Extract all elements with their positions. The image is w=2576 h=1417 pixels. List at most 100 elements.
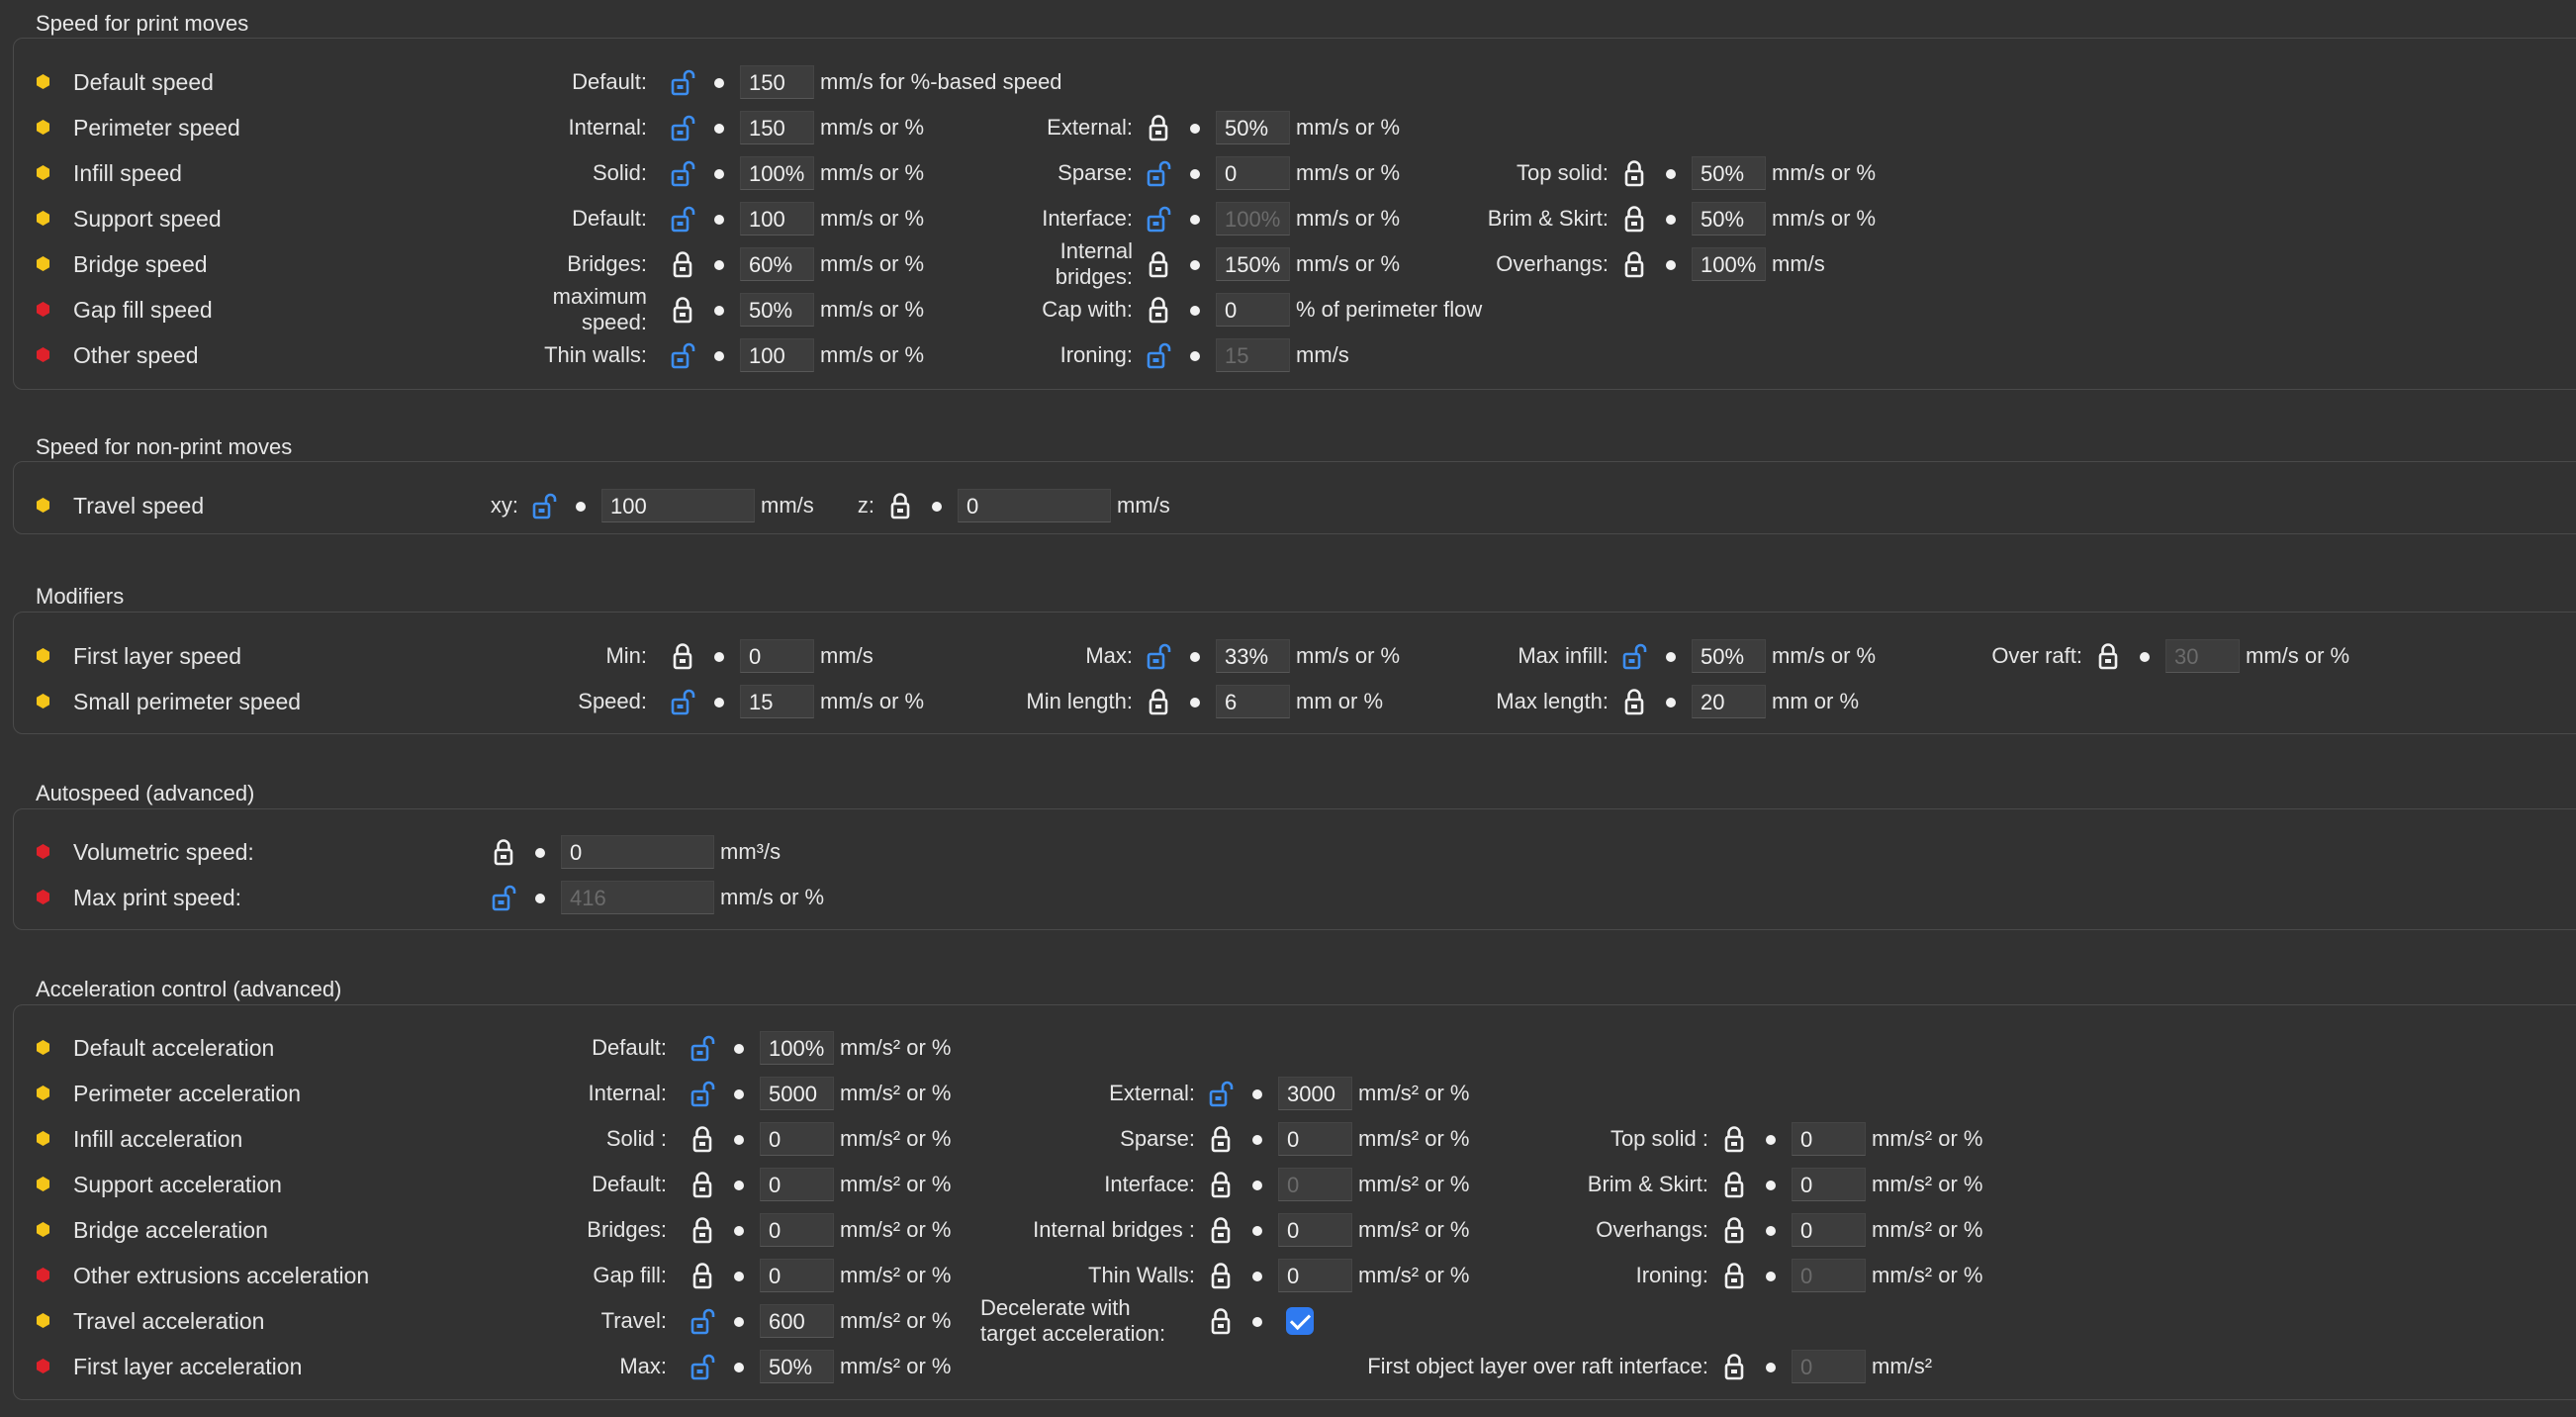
value-input[interactable]: 600: [760, 1304, 834, 1338]
lock-icon[interactable]: [1619, 158, 1649, 188]
lock-icon[interactable]: [1719, 1124, 1749, 1154]
value-input[interactable]: 3000: [1278, 1077, 1352, 1110]
field-label: Default:: [572, 69, 647, 94]
unlocked-icon[interactable]: [688, 1306, 717, 1336]
field-label: Internal bridges :: [1033, 1217, 1195, 1242]
status-red-icon: [36, 302, 50, 317]
unlocked-icon[interactable]: [668, 67, 697, 97]
setting-row: Infill acceleration Solid :0 mm/s² or % Spa…: [0, 1121, 2576, 1157]
unlocked-icon[interactable]: [1206, 1079, 1236, 1108]
setting-row: First layer acceleration Max: 50% mm/s² or …: [0, 1349, 2576, 1384]
reset-bullet-icon[interactable]: [1185, 110, 1205, 145]
lock-icon[interactable]: [489, 837, 518, 867]
field-label: Bridges:: [587, 1217, 667, 1242]
reset-bullet-icon[interactable]: [530, 880, 550, 915]
reset-bullet-icon[interactable]: [1661, 201, 1681, 236]
reset-bullet-icon[interactable]: [1661, 246, 1681, 282]
status-yellow-icon: [36, 1177, 50, 1191]
reset-bullet-icon[interactable]: [1661, 155, 1681, 191]
unlocked-icon[interactable]: [688, 1033, 717, 1063]
reset-bullet-icon[interactable]: [1761, 1258, 1781, 1293]
value-input[interactable]: 150: [740, 65, 814, 99]
field-label: Speed:: [578, 689, 647, 713]
reset-bullet-icon[interactable]: [1185, 292, 1205, 328]
field-label: Sparse:: [1120, 1126, 1195, 1151]
value-input[interactable]: 0: [1216, 293, 1290, 327]
value-input[interactable]: 50%: [1216, 111, 1290, 144]
setting-row: Support speed Default: 100 mm/s or % Interfa…: [0, 201, 2576, 236]
section-title: Speed for print moves: [36, 11, 249, 36]
reset-bullet-icon[interactable]: [1761, 1212, 1781, 1248]
lock-icon[interactable]: [2093, 641, 2123, 671]
status-yellow-icon: [36, 211, 50, 226]
reset-bullet-icon[interactable]: [2135, 638, 2155, 674]
reset-bullet-icon[interactable]: [927, 488, 947, 523]
field-label: Ironing:: [1635, 1263, 1708, 1287]
reset-bullet-icon[interactable]: [1661, 684, 1681, 719]
reset-bullet-icon[interactable]: [1247, 1303, 1267, 1339]
lock-icon[interactable]: [1719, 1352, 1749, 1381]
lock-icon[interactable]: [885, 491, 915, 520]
reset-bullet-icon[interactable]: [1247, 1076, 1267, 1111]
reset-bullet-icon[interactable]: [729, 1030, 749, 1066]
value-input[interactable]: 60%: [740, 247, 814, 281]
value-input[interactable]: 20: [1692, 685, 1766, 718]
field-label: Min:: [605, 643, 647, 668]
status-yellow-icon: [36, 1313, 50, 1328]
reset-bullet-icon[interactable]: [729, 1303, 749, 1339]
unit-label: mm/s² or %: [1872, 1126, 1983, 1151]
lock-icon[interactable]: [1719, 1215, 1749, 1245]
lock-icon[interactable]: [668, 249, 697, 279]
unit-label: mm/s² or %: [1872, 1172, 1983, 1196]
reset-bullet-icon[interactable]: [709, 64, 729, 100]
reset-bullet-icon[interactable]: [729, 1349, 749, 1384]
value-input[interactable]: 50%: [1692, 156, 1766, 190]
lock-icon[interactable]: [1619, 249, 1649, 279]
setting-row: Travel acceleration Travel: 600 mm/s² or % D…: [0, 1295, 2576, 1346]
value-input: 0: [1792, 1259, 1866, 1292]
value-input[interactable]: 0: [1792, 1213, 1866, 1247]
value-input[interactable]: 50%: [1692, 202, 1766, 236]
lock-icon[interactable]: [1719, 1261, 1749, 1290]
field-label: Cap with:: [1042, 297, 1133, 322]
reset-bullet-icon[interactable]: [1761, 1167, 1781, 1202]
value-input[interactable]: 50%: [760, 1350, 834, 1383]
lock-icon[interactable]: [1619, 204, 1649, 234]
reset-bullet-icon[interactable]: [1761, 1121, 1781, 1157]
setting-row: Travel speed xy: 100 mm/s z: 0 mm/s: [0, 488, 2576, 523]
lock-icon[interactable]: [1719, 1170, 1749, 1199]
field-label: Decelerate with target acceleration:: [980, 1295, 1166, 1346]
status-red-icon: [36, 347, 50, 362]
value-input[interactable]: 100%: [760, 1031, 834, 1065]
lock-icon[interactable]: [1144, 295, 1173, 325]
value-input[interactable]: 0: [958, 489, 1111, 522]
reset-bullet-icon[interactable]: [1761, 1349, 1781, 1384]
unit-label: mm/s: [1772, 251, 1825, 276]
value-input[interactable]: 100%: [1692, 247, 1766, 281]
setting-row: Other speed Thin walls: 100 mm/s or % Ironin…: [0, 337, 2576, 373]
lock-icon[interactable]: [1206, 1306, 1236, 1336]
lock-icon[interactable]: [1619, 687, 1649, 716]
field-label: maximum speed:: [552, 284, 647, 334]
field-label: Overhangs:: [1496, 251, 1609, 276]
field-label: Internal:: [568, 115, 648, 140]
value-input[interactable]: 0: [561, 835, 714, 869]
unit-label: mm/s² or %: [1872, 1263, 1983, 1287]
status-red-icon: [36, 1359, 50, 1373]
unlocked-icon[interactable]: [489, 883, 518, 912]
reset-bullet-icon[interactable]: [530, 834, 550, 870]
value-input: 0: [1792, 1350, 1866, 1383]
reset-bullet-icon[interactable]: [709, 246, 729, 282]
lock-icon[interactable]: [1144, 113, 1173, 142]
decelerate-checkbox[interactable]: [1286, 1307, 1314, 1335]
setting-row: Max print speed: 416 mm/s or %: [0, 880, 2576, 915]
reset-bullet-icon[interactable]: [1185, 337, 1205, 373]
unit-label: mm/s² or %: [840, 1354, 952, 1378]
value-input[interactable]: 0: [1792, 1122, 1866, 1156]
unlocked-icon[interactable]: [1144, 340, 1173, 370]
value-input[interactable]: 0: [1792, 1168, 1866, 1201]
unit-label: mm/s: [1117, 493, 1170, 518]
setting-row: Volumetric speed: 0 mm³/s: [0, 834, 2576, 870]
unit-label: mm or %: [1772, 689, 1859, 713]
unlocked-icon[interactable]: [688, 1352, 717, 1381]
